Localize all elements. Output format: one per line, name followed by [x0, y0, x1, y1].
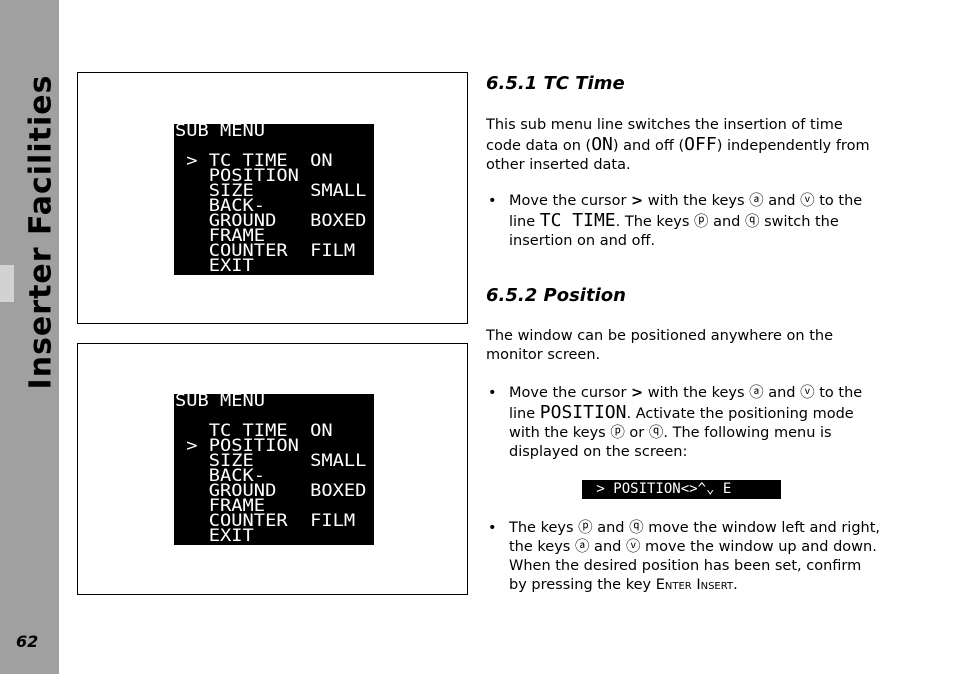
screen-figure-1: SUB MENU > TC TIME ON POSITION SIZE SMAL… [77, 72, 468, 324]
bullet-item: The keys ⓟ and ⓠ move the window left an… [486, 519, 881, 595]
submenu-screen: SUB MENU > TC TIME ON POSITION SIZE SMAL… [174, 123, 374, 275]
submenu-screen: SUB MENU TC TIME ON > POSITION SIZE SMAL… [174, 393, 374, 545]
paragraph: This sub menu line switches the insertio… [486, 117, 870, 173]
bullet-item: Move the cursor > with the keys ⓐ and ⓥ … [486, 384, 881, 462]
section-heading-tc-time: 6.5.1 TC Time [486, 73, 625, 94]
position-menu-bar: > POSITION<>^⌄ E [582, 480, 781, 499]
menu-line: SUB MENU [175, 121, 266, 141]
section-heading-position: 6.5.2 Position [486, 285, 626, 306]
menu-line: SUB MENU [175, 391, 266, 411]
paragraph: The window can be positioned anywhere on… [486, 328, 834, 363]
screen-figure-2: SUB MENU TC TIME ON > POSITION SIZE SMAL… [77, 343, 468, 595]
bullet-item: Move the cursor > with the keys ⓐ and ⓥ … [486, 192, 881, 251]
chapter-title: Inserter Facilities [23, 74, 59, 390]
menu-line: EXIT [175, 256, 254, 276]
menu-line: EXIT [175, 526, 254, 546]
sidebar-tab-marker [0, 265, 14, 302]
sidebar: Inserter Facilities 62 [0, 0, 59, 674]
page-number: 62 [16, 632, 39, 651]
